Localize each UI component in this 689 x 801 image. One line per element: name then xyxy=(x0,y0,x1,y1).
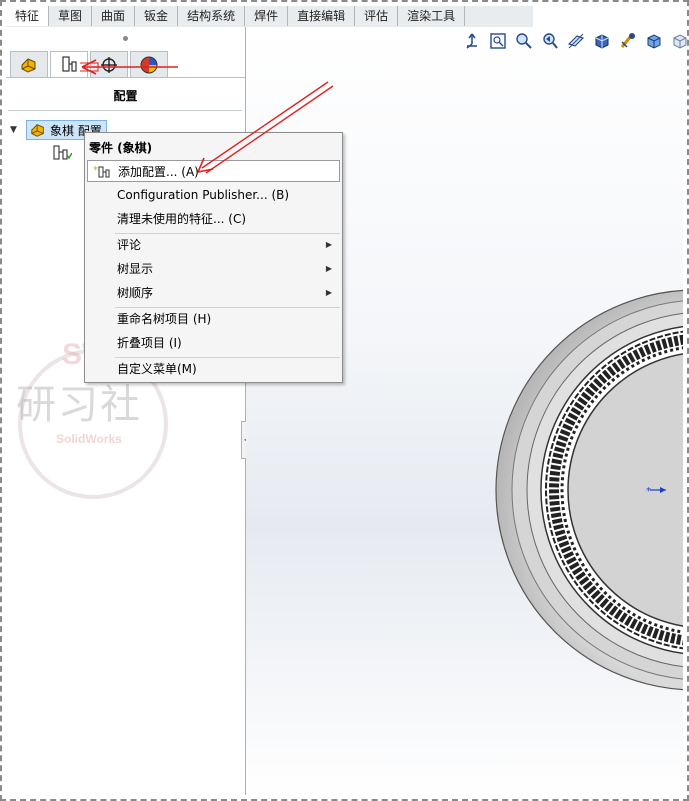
menu-item-label: 重命名树项目 (H) xyxy=(117,312,212,326)
hide-show-icon xyxy=(647,34,661,49)
tab-weldments[interactable]: 焊件 xyxy=(245,6,289,26)
dimxpert-tab[interactable] xyxy=(90,51,128,77)
chess-piece-model: * xyxy=(495,289,683,691)
hide-show-button[interactable] xyxy=(644,31,664,51)
panel-grip[interactable] xyxy=(123,36,128,41)
tree-expand-icon[interactable]: ▼ xyxy=(10,125,17,135)
view-orientation-icon xyxy=(466,33,477,49)
view-settings-button[interactable] xyxy=(618,31,638,51)
tree-item-default-config[interactable] xyxy=(52,145,72,161)
feature-manager-icon xyxy=(21,57,36,73)
configuration-manager-icon xyxy=(62,55,77,72)
tab-evaluate[interactable]: 评估 xyxy=(355,6,399,26)
heads-up-view-toolbar xyxy=(462,31,689,51)
menu-item-customize-menu[interactable]: 自定义菜单(M) xyxy=(87,358,340,380)
submenu-arrow-icon: ▶ xyxy=(325,264,332,273)
add-configuration-icon: * xyxy=(93,165,110,178)
manager-tabs-underline xyxy=(6,77,245,78)
section-view-button[interactable] xyxy=(566,31,586,51)
menu-item-label: 树显示 xyxy=(117,262,154,276)
svg-text:*: * xyxy=(93,165,98,176)
panel-title: 配置 xyxy=(113,89,138,103)
part-icon xyxy=(31,124,44,137)
feature-manager-tab[interactable] xyxy=(10,51,48,77)
menu-item-label: 树顺序 xyxy=(117,286,154,300)
menu-item-collapse-items[interactable]: 折叠项目 (I) xyxy=(87,332,340,354)
context-menu: 零件 (象棋) * 添加配置... (A) Configuration Publ… xyxy=(84,132,343,383)
menu-item-rename-tree-item[interactable]: 重命名树项目 (H) xyxy=(87,308,340,330)
edit-appearance-button[interactable] xyxy=(670,31,689,51)
watermark-en: SolidWorks xyxy=(56,432,122,446)
zoom-to-fit-button[interactable] xyxy=(488,31,508,51)
menu-item-label: 清理未使用的特征... (C) xyxy=(117,212,247,226)
command-manager-tabs: 特征 草图 曲面 钣金 结构系统 焊件 直接编辑 评估 渲染工具 xyxy=(6,6,533,28)
tab-structure-system[interactable]: 结构系统 xyxy=(178,6,246,26)
display-manager-tab[interactable] xyxy=(130,51,168,77)
menu-item-label: Configuration Publisher... (B) xyxy=(117,188,290,202)
menu-item-tree-order[interactable]: 树顺序 ▶ xyxy=(87,282,340,304)
edit-appearance-icon xyxy=(673,34,687,49)
submenu-arrow-icon: ▶ xyxy=(325,240,332,249)
zoom-area-icon xyxy=(516,33,532,49)
configuration-manager-tab[interactable] xyxy=(50,51,88,77)
context-menu-header: 零件 (象棋) xyxy=(89,141,153,155)
section-view-icon xyxy=(567,33,585,49)
tab-features[interactable]: 特征 xyxy=(6,6,50,26)
configuration-icon xyxy=(53,145,72,160)
zoom-to-fit-icon xyxy=(490,33,506,49)
menu-item-label: 评论 xyxy=(117,238,142,252)
menu-item-purge-unused[interactable]: 清理未使用的特征... (C) xyxy=(87,208,340,230)
submenu-arrow-icon: ▶ xyxy=(325,288,332,297)
tab-direct-editing[interactable]: 直接编辑 xyxy=(288,6,356,26)
panel-separator xyxy=(8,110,242,111)
menu-item-add-configuration[interactable]: * 添加配置... (A) xyxy=(87,160,340,182)
menu-item-label: 折叠项目 (I) xyxy=(117,336,182,350)
display-style-button[interactable] xyxy=(592,31,612,51)
svg-text:*: * xyxy=(646,486,651,497)
zoom-area-button[interactable] xyxy=(514,31,534,51)
tab-surfaces[interactable]: 曲面 xyxy=(92,6,136,26)
tab-sheet-metal[interactable]: 钣金 xyxy=(135,6,179,26)
menu-item-comment[interactable]: 评论 ▶ xyxy=(87,234,340,256)
menu-item-label: 自定义菜单(M) xyxy=(117,362,197,376)
menu-item-label: 添加配置... (A) xyxy=(118,165,199,179)
menu-item-tree-display[interactable]: 树显示 ▶ xyxy=(87,258,340,280)
view-settings-icon xyxy=(620,33,635,48)
tab-render-tools[interactable]: 渲染工具 xyxy=(398,6,466,26)
display-manager-icon xyxy=(140,56,158,73)
view-orientation-button[interactable] xyxy=(462,31,482,51)
previous-view-icon xyxy=(543,33,558,49)
display-style-icon xyxy=(595,34,609,49)
previous-view-button[interactable] xyxy=(540,31,560,51)
menu-item-configuration-publisher[interactable]: Configuration Publisher... (B) xyxy=(87,184,340,206)
tab-sketch[interactable]: 草图 xyxy=(49,6,93,26)
dimxpert-icon xyxy=(101,56,117,73)
